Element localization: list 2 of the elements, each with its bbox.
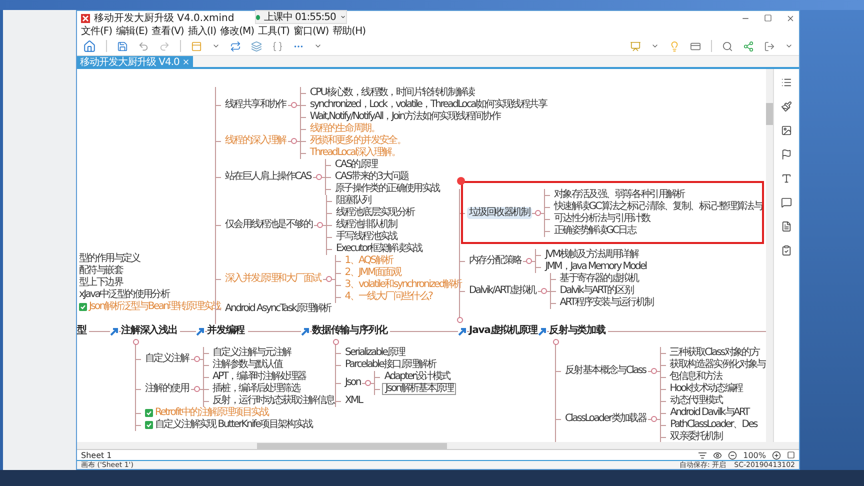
zoom-level: 100% [743, 450, 766, 460]
window-title: 移动开发大厨升级 V4.0.xmind [94, 12, 234, 25]
